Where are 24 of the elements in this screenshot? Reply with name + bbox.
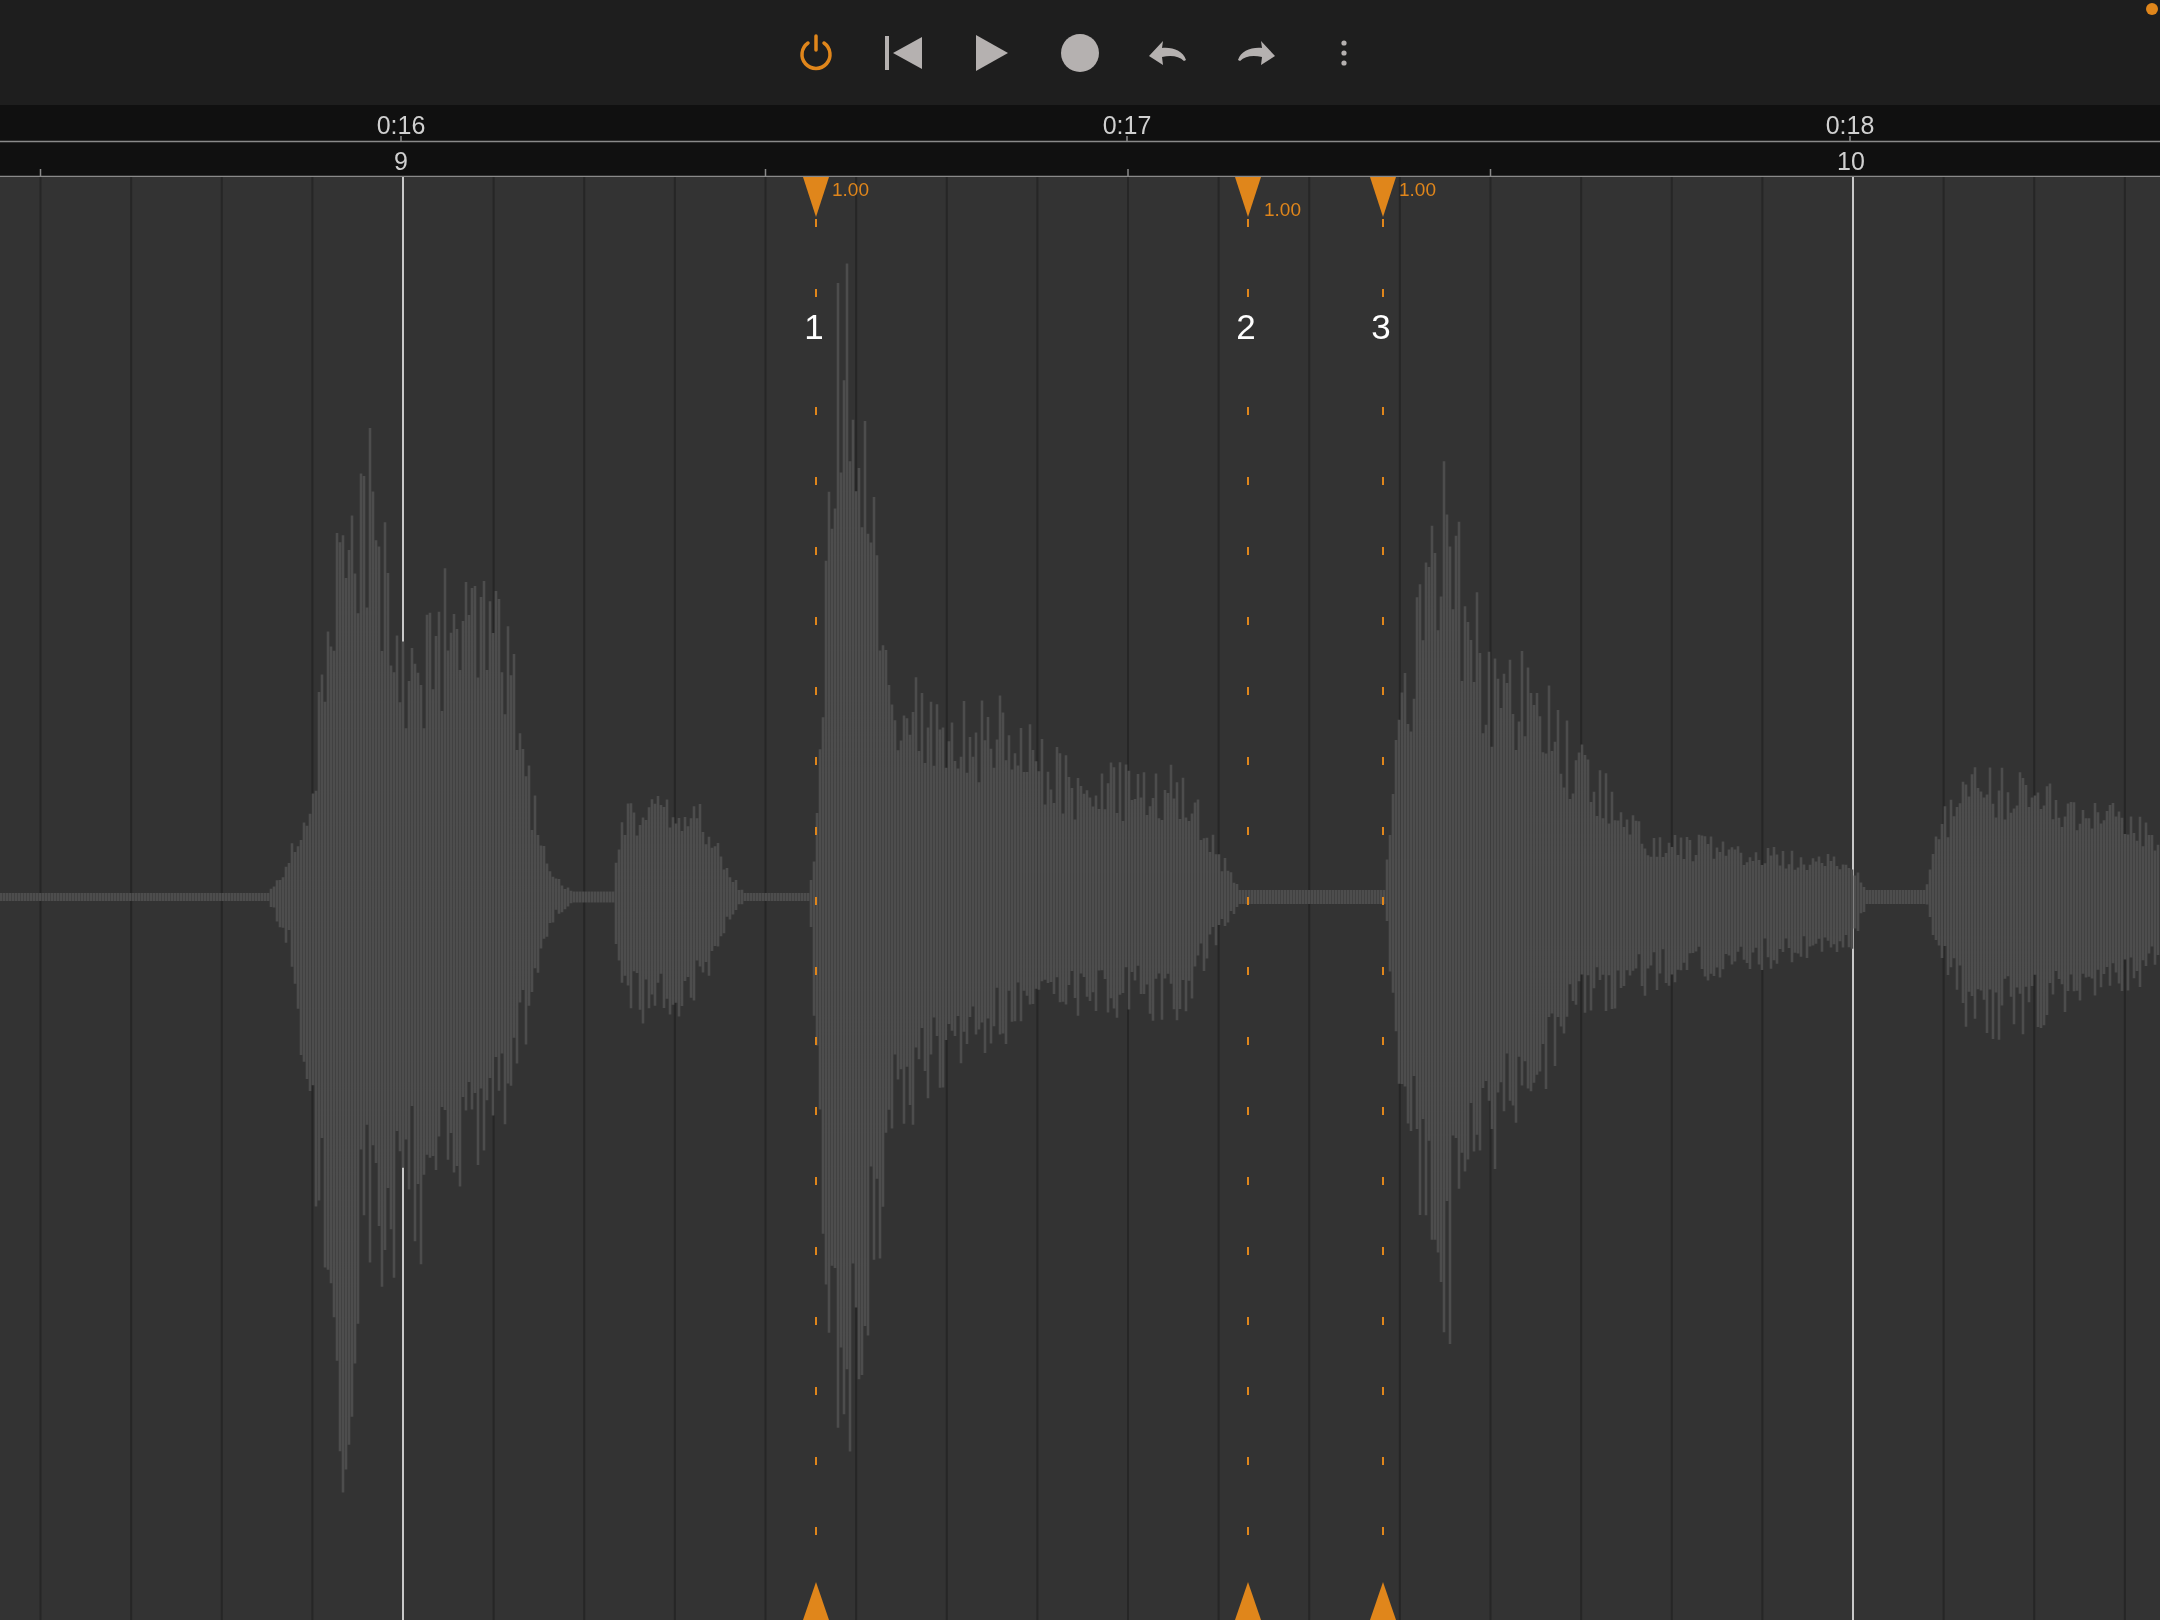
marker-handle[interactable] — [1235, 177, 1261, 217]
skip-back-icon — [885, 35, 923, 70]
bar-number: 9 — [394, 147, 408, 175]
gain-label: 1.00 — [832, 179, 869, 200]
time-label: 0:18 — [1825, 111, 1875, 139]
marker-number: 1 — [804, 307, 824, 346]
marker-end-handle[interactable] — [1235, 1582, 1261, 1620]
marker-number: 2 — [1236, 307, 1256, 346]
marker-handle[interactable] — [803, 177, 829, 217]
marker-number: 3 — [1371, 307, 1391, 346]
record-icon — [1061, 33, 1099, 72]
status-dot — [2146, 3, 2158, 15]
gain-label: 1.00 — [1264, 199, 1301, 220]
more-icon — [1341, 39, 1347, 66]
marker-handle[interactable] — [1370, 177, 1396, 217]
play-icon — [976, 34, 1008, 71]
redo-icon — [1237, 40, 1275, 65]
marker-end-handle[interactable] — [803, 1582, 829, 1620]
bar-number: 10 — [1837, 147, 1865, 175]
undo-icon — [1149, 40, 1187, 65]
gain-label: 1.00 — [1399, 179, 1436, 200]
marker-end-handle[interactable] — [1370, 1582, 1396, 1620]
time-label: 0:16 — [376, 111, 426, 139]
time-label: 0:17 — [1102, 111, 1152, 139]
